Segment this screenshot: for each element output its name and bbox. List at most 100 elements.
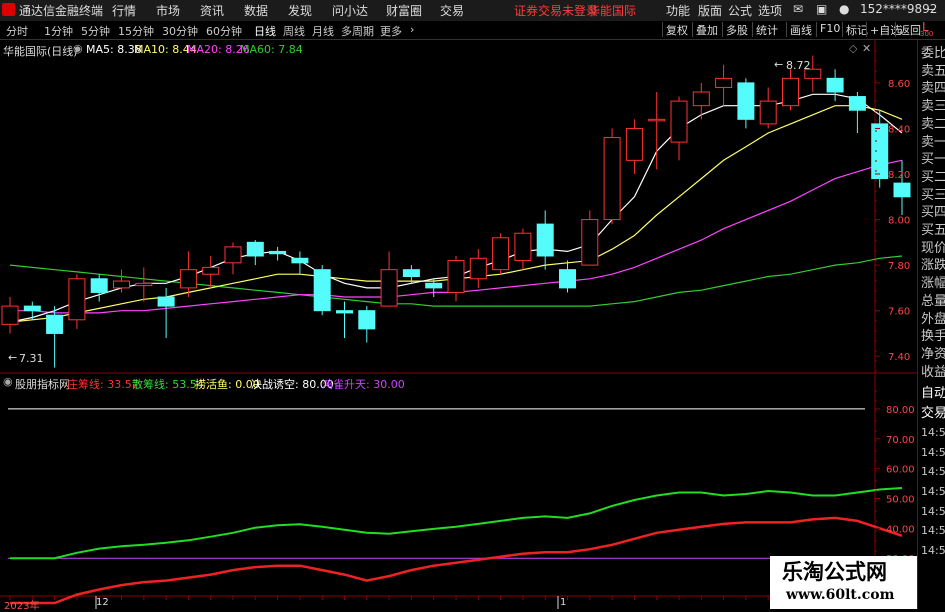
- candles: [1, 55, 911, 368]
- candle-body: [46, 314, 64, 334]
- candle: [514, 228, 532, 270]
- candle-body: [469, 257, 487, 280]
- indicator-toggle-icon[interactable]: ◉: [3, 375, 13, 388]
- period-30min[interactable]: 30分钟: [162, 23, 198, 39]
- period-1min[interactable]: 1分钟: [44, 23, 73, 39]
- period-60min[interactable]: 60分钟: [206, 23, 242, 39]
- chart-title: 华能国际(日线): [3, 45, 78, 58]
- price-tick-label: 8.40: [888, 124, 910, 135]
- button-adjust[interactable]: 复权: [662, 22, 691, 37]
- menu-news[interactable]: 资讯: [200, 2, 224, 19]
- period-intraday[interactable]: 分时: [6, 23, 28, 39]
- period-15min[interactable]: 15分钟: [118, 23, 154, 39]
- menu-layout[interactable]: 版面: [698, 2, 722, 19]
- more-chevron-icon[interactable]: ›: [410, 23, 414, 36]
- menu-formula[interactable]: 公式: [728, 2, 752, 19]
- window-control-icon[interactable]: ‒: [928, 2, 936, 16]
- candle-body: [291, 257, 309, 264]
- candle-body: [135, 282, 153, 287]
- period-toolbar: 分时 1分钟 5分钟 15分钟 30分钟 60分钟 日线 周线 月线 多周期 更…: [0, 20, 945, 40]
- quote-label: 买三: [921, 187, 945, 203]
- menu-options[interactable]: 选项: [758, 2, 782, 19]
- candle: [536, 210, 554, 270]
- close-panel-icon[interactable]: ✕: [862, 42, 871, 55]
- watermark-url: www.60lt.com: [786, 587, 895, 603]
- trade-time-label: 14:56: [921, 426, 945, 440]
- quote-label: 卖一: [921, 134, 945, 150]
- candle-body: [113, 280, 130, 289]
- candle: [202, 256, 220, 288]
- menu-market[interactable]: 市场: [156, 2, 180, 19]
- menu-discover[interactable]: 发现: [288, 2, 312, 19]
- candle-body: [1, 305, 19, 325]
- legend-toggle-icon[interactable]: ◉: [73, 42, 83, 55]
- candle-body: [826, 77, 844, 93]
- candle: [358, 306, 376, 343]
- toggle-icon[interactable]: ▣: [816, 2, 827, 16]
- quote-label: 涨幅: [921, 276, 945, 292]
- trade-time-label: 14:56: [921, 543, 945, 557]
- mail-icon[interactable]: ✉: [793, 2, 803, 16]
- candle-body: [514, 232, 532, 262]
- menu-ask[interactable]: 问小达: [332, 2, 368, 19]
- quote-label: 收益: [921, 364, 945, 380]
- menu-data[interactable]: 数据: [244, 2, 268, 19]
- quote-label: 委比: [921, 46, 945, 61]
- period-weekly[interactable]: 周线: [283, 23, 305, 39]
- candle: [135, 267, 153, 302]
- button-draw-line[interactable]: 画线: [786, 22, 815, 37]
- diamond-icon[interactable]: ◇: [849, 42, 857, 55]
- legend-soaring: 鸿雀升天: 30.00: [322, 378, 405, 391]
- candle-body: [157, 296, 175, 307]
- button-f10[interactable]: F10: [816, 22, 843, 37]
- account-label[interactable]: 152****9892: [860, 2, 937, 16]
- candle: [826, 69, 844, 102]
- candle: [179, 251, 197, 297]
- period-more[interactable]: 更多: [380, 23, 402, 39]
- candle-body: [202, 266, 220, 275]
- period-monthly[interactable]: 月线: [312, 23, 334, 39]
- candle: [871, 110, 889, 188]
- price-tick-label: 7.80: [888, 261, 910, 272]
- candle: [648, 92, 666, 170]
- candle-body: [893, 182, 911, 198]
- quote-label: 换手: [921, 329, 945, 345]
- candle: [447, 256, 465, 302]
- period-daily[interactable]: 日线: [254, 23, 276, 39]
- quote-label: 买五: [921, 223, 945, 238]
- menu-quotes[interactable]: 行情: [112, 2, 136, 19]
- kline-chart[interactable]: 8.60 8.40 8.20 8.00 7.80 7.60 7.40 80.00 70.00 60…: [0, 39, 917, 609]
- candle: [380, 251, 398, 307]
- period-multi[interactable]: 多周期: [341, 23, 374, 39]
- menu-function[interactable]: 功能: [666, 2, 690, 19]
- quote-panel: 委比 卖五 卖四 卖三 卖二 卖一 买一 买二 买三 买四 买五 现价 涨跌 涨幅 总量 外盘 换手 净资 收益 自动…: [917, 40, 945, 609]
- axis-year-label: 2023年: [4, 601, 40, 612]
- candle-body: [313, 269, 331, 312]
- candle: [715, 64, 733, 106]
- quote-label: 卖四: [921, 81, 945, 97]
- user-avatar-icon[interactable]: ●: [839, 2, 849, 16]
- candle: [68, 274, 86, 329]
- candle-body: [715, 77, 733, 88]
- candle-body: [269, 250, 287, 255]
- candle-body: [759, 100, 777, 125]
- button-multi-stock[interactable]: 多股: [722, 22, 751, 37]
- candle: [581, 210, 599, 266]
- candle-body: [848, 96, 866, 111]
- button-overlay[interactable]: 叠加: [692, 22, 721, 37]
- candle-body: [648, 118, 666, 122]
- axis-month-12: 12: [96, 597, 109, 608]
- menu-wealth-circle[interactable]: 财富圈: [386, 2, 422, 19]
- button-statistics[interactable]: 统计: [752, 22, 781, 37]
- trade-login-notice[interactable]: 证券交易未登录: [514, 2, 598, 19]
- indicator-lines: [8, 408, 903, 605]
- app-logo-icon: [2, 3, 15, 16]
- candle: [1, 297, 19, 334]
- period-5min[interactable]: 5分钟: [81, 23, 110, 39]
- quote-label: 买一: [921, 152, 945, 168]
- candle-body: [670, 100, 688, 143]
- trade-time-label: 14:56: [921, 465, 945, 479]
- menu-trade[interactable]: 交易: [440, 2, 464, 19]
- candle: [692, 82, 710, 120]
- candle-body: [603, 137, 621, 221]
